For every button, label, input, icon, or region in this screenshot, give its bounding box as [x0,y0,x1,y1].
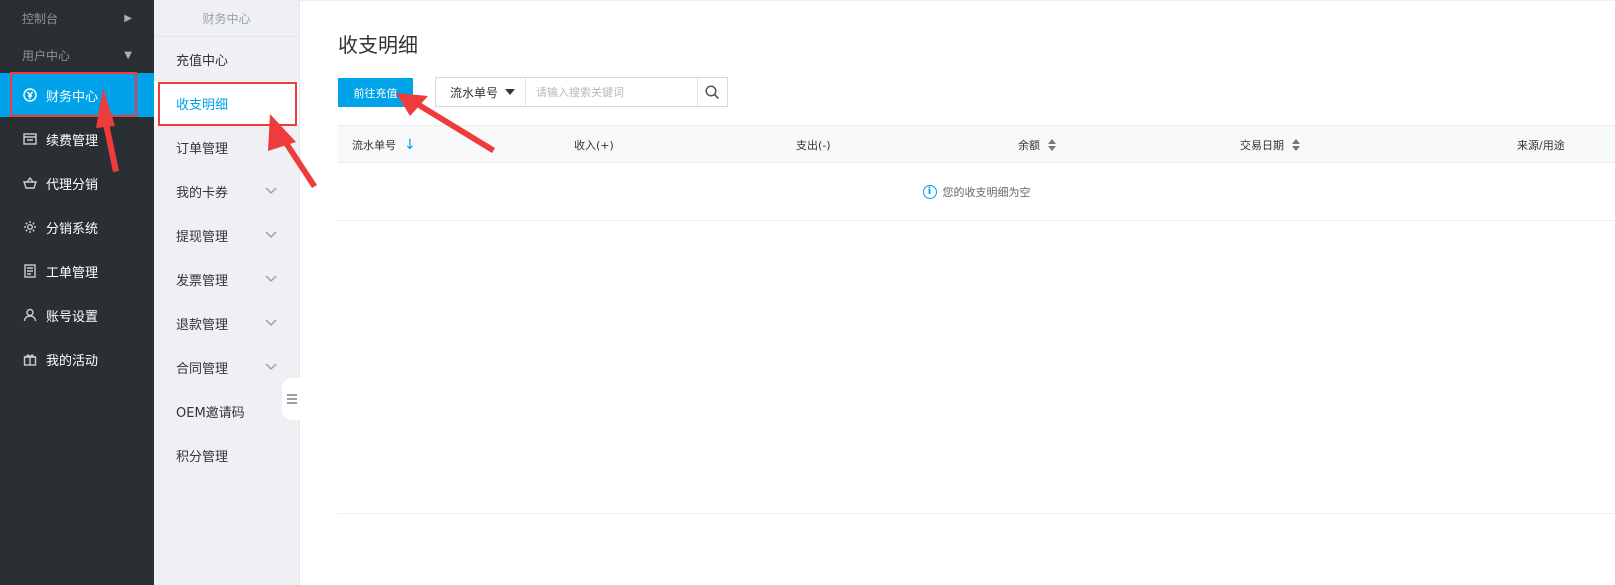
subnav-item-label: 订单管理 [176,141,229,157]
table-header: 流水单号 ↓ 收入(+) 支出(-) 余额 交易日期 来源/用途 [338,125,1615,163]
column-header-expense: 支出(-) [796,126,831,164]
column-header-label: 交易日期 [1240,139,1284,152]
sidebar-group-label: 用户中心 [22,48,71,63]
chevron-down-icon [265,272,277,287]
caret-right-icon: ▶ [124,13,132,24]
annotation-highlight-transactions [158,82,297,126]
column-header-label: 支出(-) [796,139,831,152]
search-bar: 流水单号 [435,77,728,107]
sidebar-item-label: 代理分销 [46,177,99,193]
sidebar-item-label: 我的活动 [46,353,99,369]
column-header-label: 余额 [1018,139,1040,152]
subnav-item-orders[interactable]: 订单管理 [154,125,299,169]
sidebar-item-label: 分销系统 [46,221,99,237]
subnav-item-label: 我的卡券 [176,185,229,201]
search-input[interactable] [526,78,697,106]
subnav-item-label: 积分管理 [176,449,229,465]
subnav-item-contracts[interactable]: 合同管理 [154,345,299,389]
sort-icon [1292,139,1300,151]
subnav-item-coupons[interactable]: 我的卡券 [154,169,299,213]
gift-icon [22,351,38,367]
subnav-item-refunds[interactable]: 退款管理 [154,301,299,345]
sidebar-collapse-handle[interactable] [282,378,302,420]
sidebar-group-console[interactable]: 控制台 ▶ [0,0,154,37]
search-button[interactable] [697,78,727,106]
search-type-select[interactable]: 流水单号 [436,78,526,106]
caret-down-icon [505,89,515,95]
sidebar-group-user-center[interactable]: 用户中心 ▼ [0,37,154,73]
subnav-item-oem-invite[interactable]: OEM邀请码 [154,389,299,433]
sidebar-item-label: 工单管理 [46,265,99,281]
subnav-item-label: 提现管理 [176,229,229,245]
chevron-down-icon [265,228,277,243]
subnav-item-invoices[interactable]: 发票管理 [154,257,299,301]
annotation-highlight-finance [10,72,137,117]
info-icon: i [922,184,937,199]
sidebar-item-agency[interactable]: 代理分销 [0,161,154,205]
subnav-item-label: 发票管理 [176,273,229,289]
column-header-balance[interactable]: 余额 [1018,126,1056,164]
page-title: 收支明细 [338,33,418,57]
chevron-down-icon [265,316,277,331]
document-icon [22,263,38,279]
subnav-item-recharge-center[interactable]: 充值中心 [154,37,299,81]
user-icon [22,307,38,323]
subnav-item-label: 充值中心 [176,53,229,69]
subnav-item-label: OEM邀请码 [176,405,245,421]
table-bottom-divider [338,513,1615,514]
sidebar-item-account[interactable]: 账号设置 [0,293,154,337]
sidebar-item-activities[interactable]: 我的活动 [0,337,154,381]
sidebar-item-distribution[interactable]: 分销系统 [0,205,154,249]
sidebar-item-tickets[interactable]: 工单管理 [0,249,154,293]
sidebar-item-renewal[interactable]: 续费管理 [0,117,154,161]
sort-desc-arrow-icon: ↓ [404,137,416,153]
subnav-item-label: 合同管理 [176,361,229,377]
subnav-item-label: 退款管理 [176,317,229,333]
go-recharge-button[interactable]: 前往充值 [338,78,413,107]
sidebar-item-label: 账号设置 [46,309,99,325]
column-header-source: 来源/用途 [1517,126,1565,164]
sidebar-group-label: 控制台 [22,12,59,26]
chevron-down-icon [265,184,277,199]
gear-icon [22,219,38,235]
chevron-down-icon [265,360,277,375]
empty-state-text: 您的收支明细为空 [942,185,1031,199]
main-content: 收支明细 前往充值 流水单号 流水单号 ↓ 收入(+) 支出(-) [300,0,1615,585]
search-type-value: 流水单号 [450,85,499,100]
column-header-label: 流水单号 [352,139,396,152]
column-header-label: 收入(+) [574,139,614,152]
sidebar-item-label: 续费管理 [46,133,99,149]
column-header-date[interactable]: 交易日期 [1240,126,1300,164]
menu-icon [287,394,297,404]
caret-down-icon: ▼ [124,49,132,61]
search-icon [705,84,720,99]
column-header-income: 收入(+) [574,126,614,164]
subnav-item-points[interactable]: 积分管理 [154,433,299,477]
column-header-serial-no[interactable]: 流水单号 ↓ [352,126,416,164]
column-header-label: 来源/用途 [1517,139,1565,152]
app-root: 控制台 ▶ 用户中心 ▼ 财务中心 续费管理 代理分销 分销系统 工单管理 账号… [0,0,1615,585]
sort-icon [1048,139,1056,151]
window-icon [22,131,38,147]
basket-icon [22,175,38,191]
subnav-item-withdrawals[interactable]: 提现管理 [154,213,299,257]
empty-state: i 您的收支明细为空 [338,163,1615,221]
subnav-title: 财务中心 [154,0,299,37]
